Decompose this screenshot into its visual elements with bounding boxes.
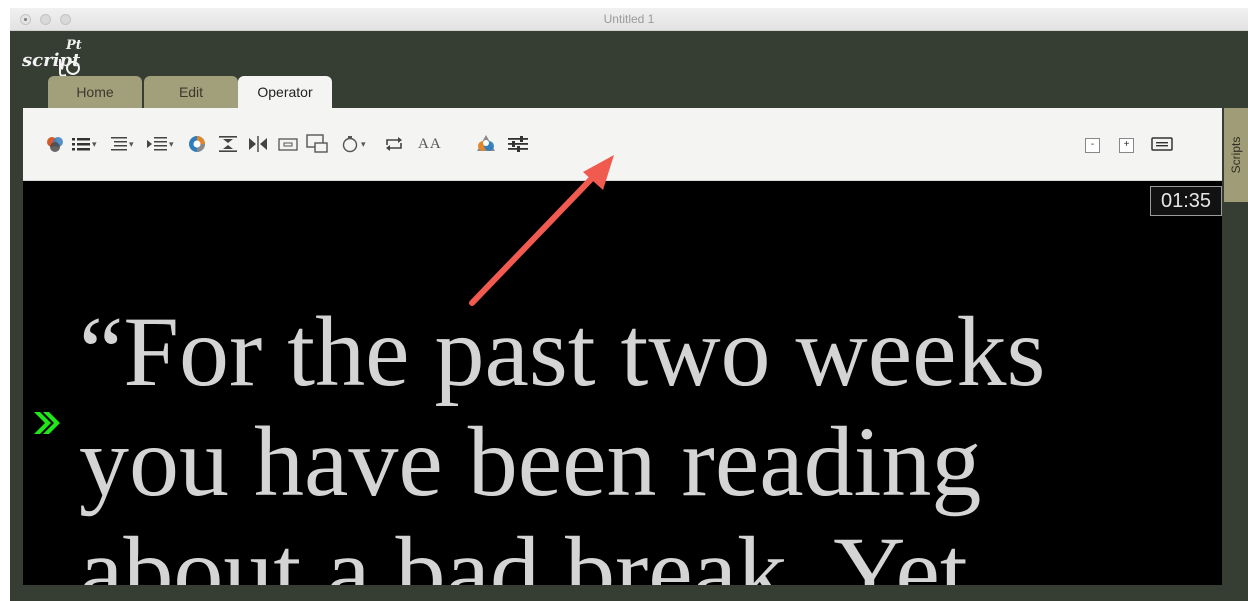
app-window: Untitled 1 script Pt Home Edit Operator … xyxy=(10,8,1248,601)
output-display-icon[interactable] xyxy=(306,134,328,154)
sliders-settings-icon[interactable] xyxy=(507,134,529,154)
elapsed-timer: 01:35 xyxy=(1150,186,1222,216)
collapse-vertical-icon[interactable] xyxy=(219,134,237,154)
title-bar: Untitled 1 xyxy=(10,8,1248,31)
color-wheel-icon[interactable] xyxy=(187,134,207,154)
chevron-down-icon: ▾ xyxy=(92,138,97,149)
zoom-out-button[interactable]: - xyxy=(1085,138,1100,153)
screen-icon[interactable] xyxy=(278,134,298,154)
indent-icon[interactable]: ▾ xyxy=(147,134,174,154)
loop-icon[interactable] xyxy=(384,134,404,154)
scripts-tab-label: Scripts xyxy=(1229,136,1243,174)
line-spacing-icon[interactable]: ▾ xyxy=(111,134,134,154)
font-size-label: AA xyxy=(418,135,442,152)
font-size-icon[interactable]: AA xyxy=(418,134,442,154)
scripts-panel-tab[interactable]: Scripts xyxy=(1224,108,1248,202)
chevron-down-icon: ▾ xyxy=(129,138,134,149)
app-logo: script Pt xyxy=(22,36,92,77)
zoom-in-button[interactable]: + xyxy=(1119,138,1134,153)
mirror-icon[interactable] xyxy=(248,134,268,154)
chevron-down-icon: ▾ xyxy=(361,138,366,149)
tab-edit[interactable]: Edit xyxy=(144,76,238,108)
script-line: about a bad break. Yet xyxy=(79,516,968,586)
script-text: “For the past two weeks you have been re… xyxy=(79,296,1199,586)
colors-icon[interactable] xyxy=(45,134,65,154)
chevron-down-icon: ▾ xyxy=(169,138,174,149)
window-title: Untitled 1 xyxy=(603,12,655,26)
prompter-screen: 01:35 “For the past two weeks you have b… xyxy=(23,181,1222,585)
logo-superscript: Pt xyxy=(66,38,82,53)
script-line: “For the past two weeks xyxy=(79,296,1046,407)
script-line: you have been reading xyxy=(79,406,982,517)
timer-icon[interactable]: ▾ xyxy=(341,134,366,154)
double-chevron-right-icon[interactable] xyxy=(32,409,62,437)
keyboard-icon[interactable] xyxy=(1151,134,1173,154)
operator-toolbar: ▾ ▾ ▾ ▾ AA - + xyxy=(23,108,1222,181)
operator-colors-icon[interactable] xyxy=(475,134,497,154)
tab-home[interactable]: Home xyxy=(48,76,142,108)
list-icon[interactable]: ▾ xyxy=(72,134,97,154)
tab-operator[interactable]: Operator xyxy=(238,76,332,112)
